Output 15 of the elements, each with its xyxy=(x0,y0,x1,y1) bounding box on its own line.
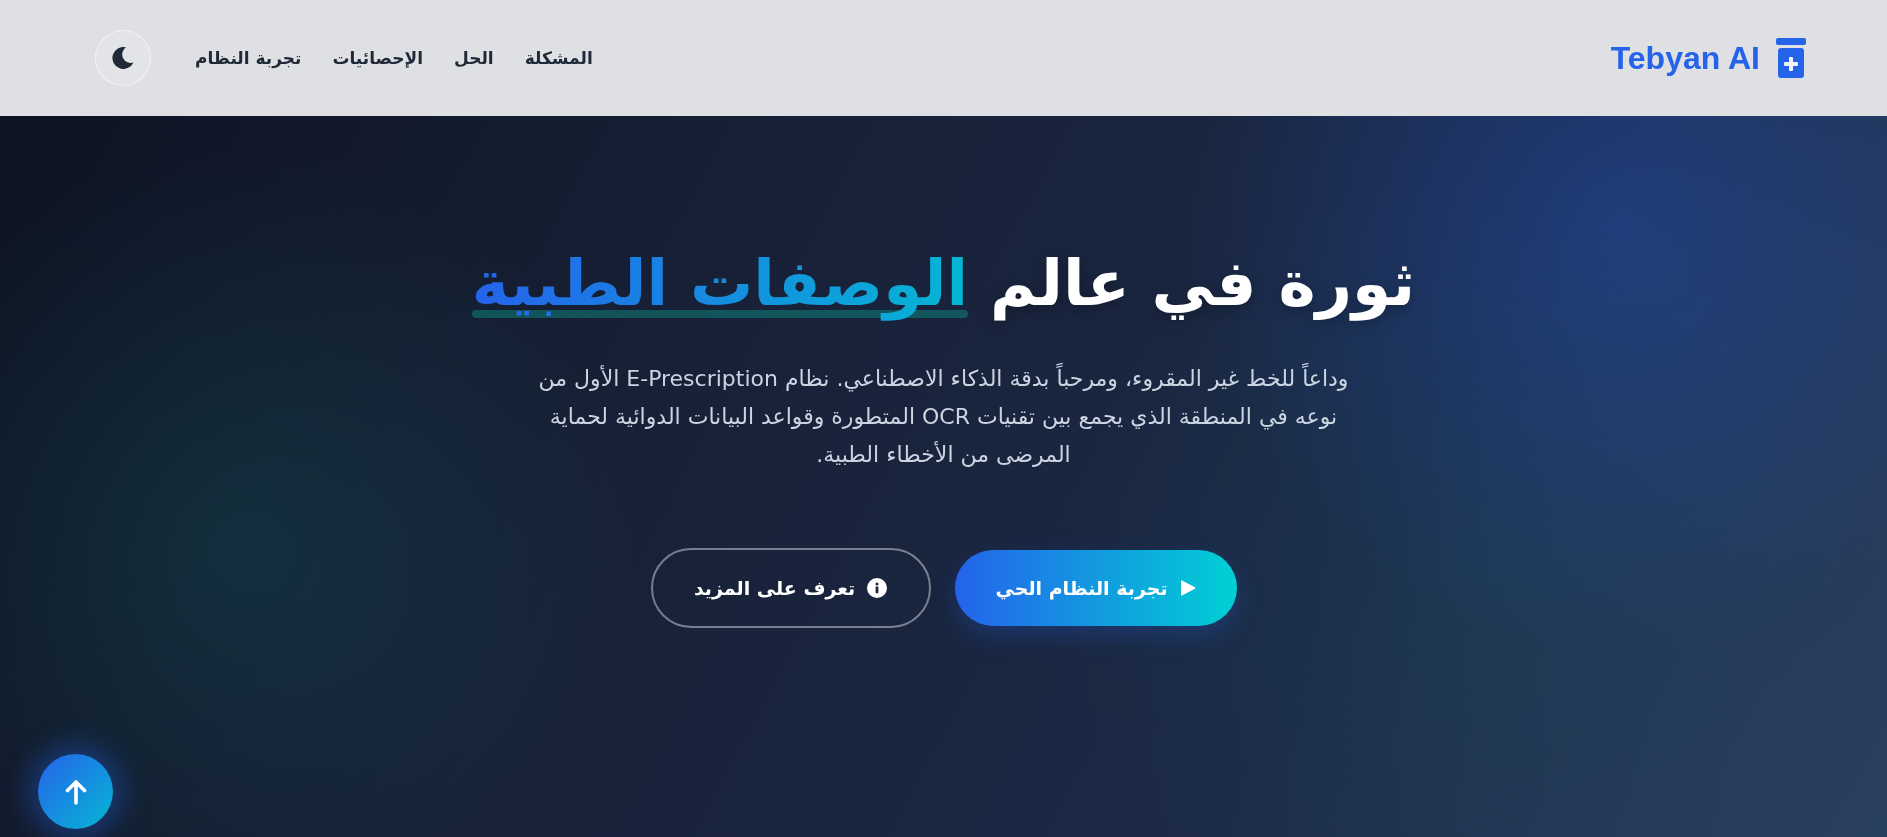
nav-link[interactable]: المشكلة xyxy=(524,48,593,68)
moon-icon xyxy=(112,47,134,69)
hero-description: وداعاً للخط غير المقروء، ومرحباً بدقة الذكاء الاصطناعي. نظام E-Prescription الأول من نوعه في المنطقة الذي يجمع بين تقنيات OCR المتطورة وقواعد البيانات الدوائية لحماية المرضى من الأخطاء الطبية. xyxy=(518,360,1369,474)
brand-name[interactable]: Tebyan AI xyxy=(1610,39,1760,77)
scroll-to-top-button[interactable] xyxy=(38,754,113,829)
hero-title: ثورة في عالم xyxy=(989,247,1416,320)
learn-more-button[interactable]: تعرف على المزيد xyxy=(650,548,931,628)
nav-link[interactable]: الحل xyxy=(454,48,494,68)
info-icon xyxy=(867,578,888,598)
theme-toggle-button[interactable] xyxy=(95,30,151,86)
play-icon xyxy=(1179,579,1196,597)
medicine-bottle-icon xyxy=(1776,38,1806,78)
nav-link[interactable]: تجربة النظام xyxy=(195,48,302,68)
nav-link[interactable]: الإحصائيات xyxy=(332,48,424,68)
arrow-up-icon xyxy=(64,778,87,805)
